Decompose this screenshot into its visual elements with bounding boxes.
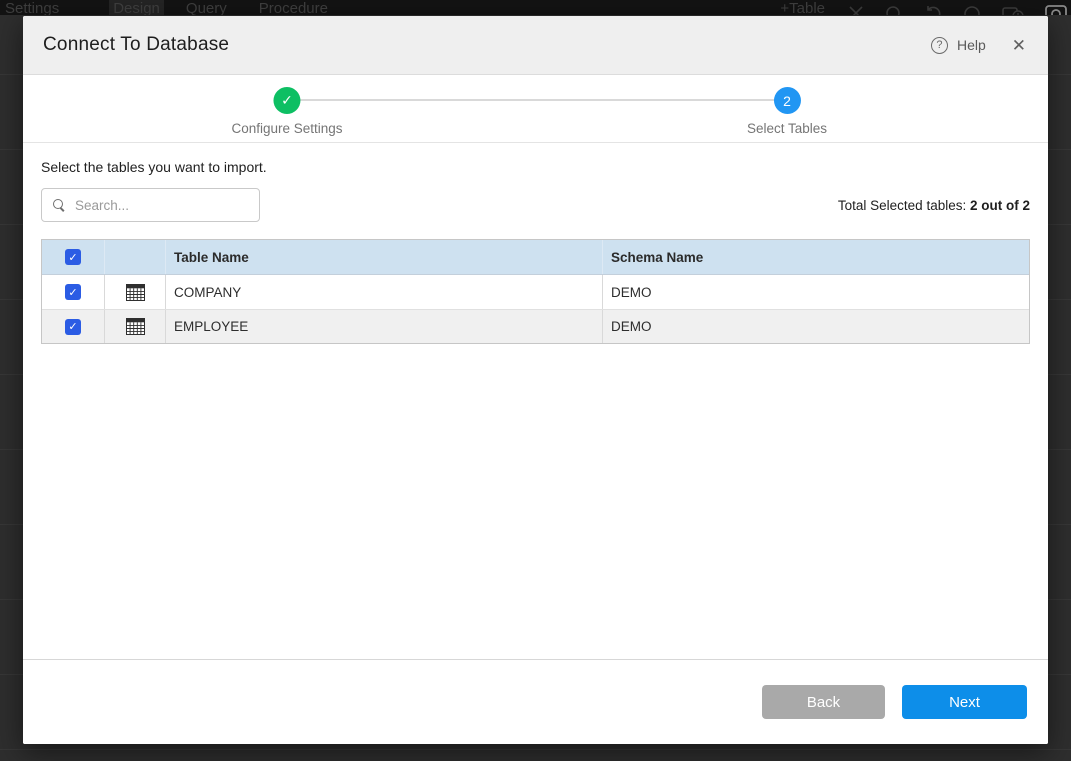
close-icon[interactable] — [848, 5, 864, 15]
search-input[interactable] — [75, 198, 252, 213]
step-label: Configure Settings — [231, 121, 342, 136]
modal-content: Select the tables you want to import. To… — [23, 159, 1048, 344]
step-completed-check-icon — [273, 87, 300, 114]
summary-value: 2 out of 2 — [970, 198, 1030, 213]
schema-name-cell: DEMO — [603, 310, 1029, 343]
select-all-checkbox[interactable] — [65, 249, 81, 265]
help-button[interactable]: Help — [931, 37, 986, 54]
table-header-row: Table Name Schema Name — [42, 240, 1029, 275]
tab-query[interactable]: Query — [182, 0, 231, 15]
modal-footer: Back Next — [23, 659, 1048, 744]
column-header-schema-name: Schema Name — [603, 240, 1029, 274]
table-name-cell: EMPLOYEE — [166, 310, 603, 343]
undo-icon[interactable] — [924, 5, 942, 15]
tab-settings[interactable]: Settings — [1, 0, 63, 15]
table-row[interactable]: EMPLOYEE DEMO — [42, 309, 1029, 343]
step-configure-settings: Configure Settings — [231, 87, 342, 136]
modal-title: Connect To Database — [43, 34, 229, 56]
refresh-icon[interactable] — [963, 5, 981, 15]
tables-list: Table Name Schema Name COMPAN — [41, 239, 1030, 344]
search-icon[interactable] — [885, 5, 903, 15]
snapshot-camera-icon[interactable] — [1045, 5, 1067, 15]
summary-prefix: Total Selected tables: — [838, 198, 966, 213]
step-number-badge: 2 — [774, 87, 801, 114]
connect-to-database-modal: Connect To Database Help Configure Setti… — [23, 16, 1048, 744]
stepper-connector-line — [287, 99, 787, 101]
search-box[interactable] — [41, 188, 260, 222]
modal-header: Connect To Database Help — [23, 16, 1048, 75]
export-download-icon[interactable] — [1002, 5, 1024, 15]
question-circle-icon — [931, 37, 948, 54]
schema-name-cell: DEMO — [603, 275, 1029, 309]
back-button[interactable]: Back — [762, 685, 885, 719]
table-grid-icon — [126, 318, 145, 335]
topbar-actions: +Table — [780, 0, 1067, 15]
tab-design[interactable]: Design — [109, 0, 164, 15]
help-label: Help — [957, 37, 986, 53]
step-label: Select Tables — [747, 121, 827, 136]
close-icon[interactable] — [1012, 37, 1026, 54]
row-checkbox[interactable] — [65, 284, 81, 300]
column-header-table-name: Table Name — [166, 240, 603, 274]
app-topbar: Settings Design Query Procedure +Table — [0, 0, 1071, 15]
add-table-button[interactable]: +Table — [780, 0, 825, 15]
next-button[interactable]: Next — [902, 685, 1027, 719]
step-select-tables: 2 Select Tables — [747, 87, 827, 136]
stepper: Configure Settings 2 Select Tables — [23, 75, 1048, 143]
search-icon — [52, 198, 66, 212]
table-row[interactable]: COMPANY DEMO — [42, 275, 1029, 309]
selected-count-summary: Total Selected tables: 2 out of 2 — [838, 198, 1030, 213]
table-name-cell: COMPANY — [166, 275, 603, 309]
instruction-text: Select the tables you want to import. — [41, 159, 1030, 175]
table-grid-icon — [126, 284, 145, 301]
row-checkbox[interactable] — [65, 319, 81, 335]
tab-procedure[interactable]: Procedure — [255, 0, 332, 15]
